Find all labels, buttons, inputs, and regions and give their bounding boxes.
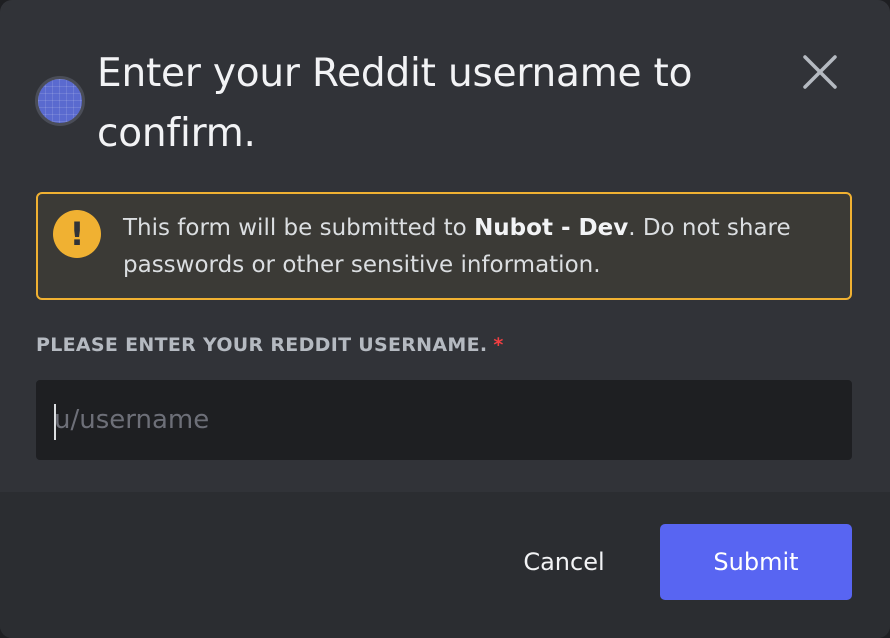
required-marker: * xyxy=(493,334,504,356)
warning-app-name: Nubot - Dev xyxy=(474,215,629,241)
warning-notice: ! This form will be submitted to Nubot -… xyxy=(36,192,852,300)
text-cursor xyxy=(54,404,56,440)
close-button[interactable] xyxy=(800,52,840,92)
field-label-text: PLEASE ENTER YOUR REDDIT USERNAME. xyxy=(36,334,488,356)
app-avatar-icon xyxy=(35,76,85,126)
modal-footer: Cancel Submit xyxy=(0,492,890,638)
exclamation-icon: ! xyxy=(53,210,101,258)
modal-dialog: Enter your Reddit username to confirm. !… xyxy=(0,0,890,638)
modal-title: Enter your Reddit username to confirm. xyxy=(97,51,693,156)
username-field-label: PLEASE ENTER YOUR REDDIT USERNAME. * xyxy=(36,334,504,356)
warning-text: This form will be submitted to Nubot - D… xyxy=(123,210,823,284)
warning-text-before: This form will be submitted to xyxy=(123,215,475,241)
modal-header: Enter your Reddit username to confirm. xyxy=(0,0,890,170)
username-input[interactable] xyxy=(36,380,852,460)
close-icon xyxy=(803,55,837,89)
cancel-button[interactable]: Cancel xyxy=(500,524,628,600)
submit-button[interactable]: Submit xyxy=(660,524,852,600)
